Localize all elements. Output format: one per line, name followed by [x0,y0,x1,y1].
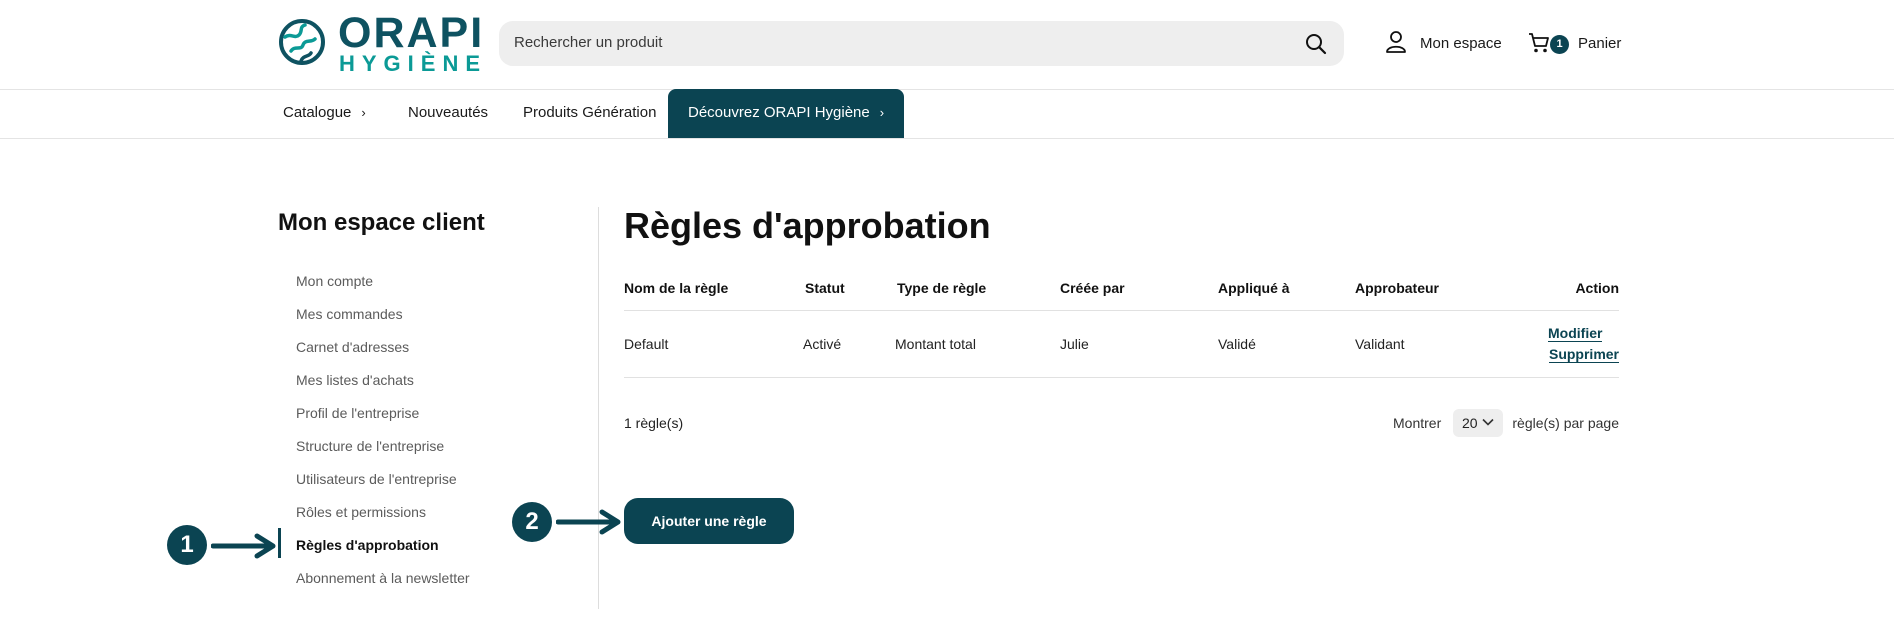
nav-nouveautes[interactable]: Nouveautés [408,89,488,138]
per-page-control: Montrer 20 règle(s) par page [1393,408,1619,438]
nav-decouvrez-label: Découvrez ORAPI Hygiène [688,104,870,121]
chevron-right-icon: › [879,105,885,120]
column-header-statut: Statut [805,280,845,296]
callout-badge-1: 1 [167,525,207,565]
sidebar-item-mes-commandes[interactable]: Mes commandes [278,303,578,336]
cell-creee-par: Julie [1060,336,1089,352]
search-bar[interactable]: Rechercher un produit [499,21,1344,66]
sidebar-item-structure-entreprise[interactable]: Structure de l'entreprise [278,435,578,468]
per-page-select[interactable]: 20 [1453,409,1503,437]
nav-catalogue-label: Catalogue [283,104,352,121]
per-page-value: 20 [1462,415,1478,431]
callout-badge-2: 2 [512,502,552,542]
per-page-label: Montrer [1393,415,1442,431]
supprimer-link[interactable]: Supprimer [1548,346,1619,363]
cart-icon [1529,33,1549,53]
sidebar-menu: Mon compte Mes commandes Carnet d'adress… [278,270,578,600]
orapi-logo[interactable]: ORAPI HYGIÈNE [277,10,482,76]
sidebar-item-profil-entreprise[interactable]: Profil de l'entreprise [278,402,578,435]
search-input[interactable]: Rechercher un produit [514,34,662,51]
column-header-nom: Nom de la règle [624,280,729,296]
sidebar-item-utilisateurs-entreprise[interactable]: Utilisateurs de l'entreprise [278,468,578,501]
logo-wordmark: ORAPI [338,9,485,57]
main-nav: Catalogue › Nouveautés Produits Génératio… [0,89,1894,139]
nav-decouvrez-orapi[interactable]: Découvrez ORAPI Hygiène › [668,89,905,138]
sidebar-item-newsletter[interactable]: Abonnement à la newsletter [278,567,578,600]
cell-applique-a: Validé [1218,336,1256,352]
site-header: ORAPI HYGIÈNE Rechercher un produit Mon … [0,0,1894,90]
table-row-divider [624,377,1619,378]
cart-label: Panier [1578,35,1622,52]
sidebar-item-carnet-adresses[interactable]: Carnet d'adresses [278,336,578,369]
column-header-applique-a: Appliqué à [1218,280,1290,296]
chevron-down-icon [1482,418,1494,426]
account-label: Mon espace [1420,35,1502,52]
modifier-link[interactable]: Modifier [1548,325,1603,342]
per-page-suffix: règle(s) par page [1512,415,1619,431]
cell-approbateur: Validant [1355,336,1405,352]
nav-catalogue[interactable]: Catalogue › [283,89,366,138]
nav-nouveautes-label: Nouveautés [408,104,489,121]
column-header-approbateur: Approbateur [1355,280,1439,296]
column-header-creee-par: Créée par [1060,280,1125,296]
page-title: Règles d'approbation [624,205,991,246]
arrow-right-icon [211,533,276,559]
globe-logo-icon [279,19,325,65]
logo-subtitle: HYGIÈNE [339,51,488,76]
sidebar-item-mon-compte[interactable]: Mon compte [278,270,578,303]
cell-nom: Default [624,336,669,352]
arrow-right-icon [556,509,621,535]
column-header-action: Action [1575,280,1619,296]
cell-type: Montant total [895,336,976,352]
nav-produits-generation-label: Produits Génération [523,104,657,121]
search-icon[interactable] [1304,32,1328,56]
table-header-divider [624,310,1619,311]
cart-count-badge: 1 [1550,35,1569,54]
user-icon [1386,31,1406,53]
sidebar-divider [598,207,599,609]
rules-count: 1 règle(s) [624,415,684,431]
sidebar-item-listes-achats[interactable]: Mes listes d'achats [278,369,578,402]
add-rule-button[interactable]: Ajouter une règle [624,498,794,544]
cell-statut: Activé [803,336,842,352]
nav-produits-generation[interactable]: Produits Génération [523,89,656,138]
chevron-right-icon: › [361,105,366,120]
sidebar-title: Mon espace client [278,209,485,236]
column-header-type: Type de règle [897,280,987,296]
